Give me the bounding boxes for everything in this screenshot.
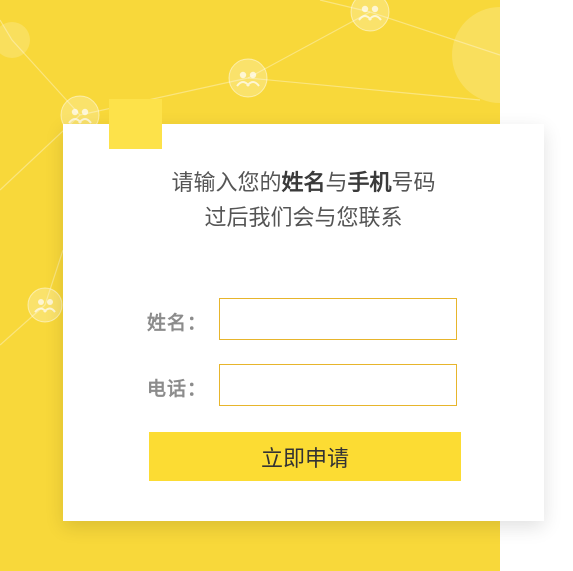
headline-text: 号码 <box>391 171 436 196</box>
accent-square <box>109 99 162 149</box>
name-label: 姓名： <box>147 312 208 334</box>
people-icon <box>27 287 63 323</box>
form-headline: 请输入您的姓名与手机号码 过后我们会与您联系 <box>63 166 544 236</box>
name-input[interactable] <box>219 298 457 340</box>
phone-label: 电话： <box>147 378 208 400</box>
headline-emphasis-name: 姓名 <box>281 171 326 196</box>
phone-input[interactable] <box>219 364 457 406</box>
headline-text: 请输入您的 <box>171 171 282 196</box>
application-form-card: 请输入您的姓名与手机号码 过后我们会与您联系 姓名： 电话： 立即申请 <box>63 124 544 521</box>
headline-line-2: 过后我们会与您联系 <box>204 206 403 231</box>
submit-button[interactable]: 立即申请 <box>149 432 461 481</box>
people-icon <box>350 0 390 32</box>
headline-line-1: 请输入您的姓名与手机号码 <box>63 166 544 201</box>
people-icon <box>228 58 268 98</box>
headline-text: 与 <box>325 171 348 196</box>
headline-emphasis-phone: 手机 <box>347 171 392 196</box>
